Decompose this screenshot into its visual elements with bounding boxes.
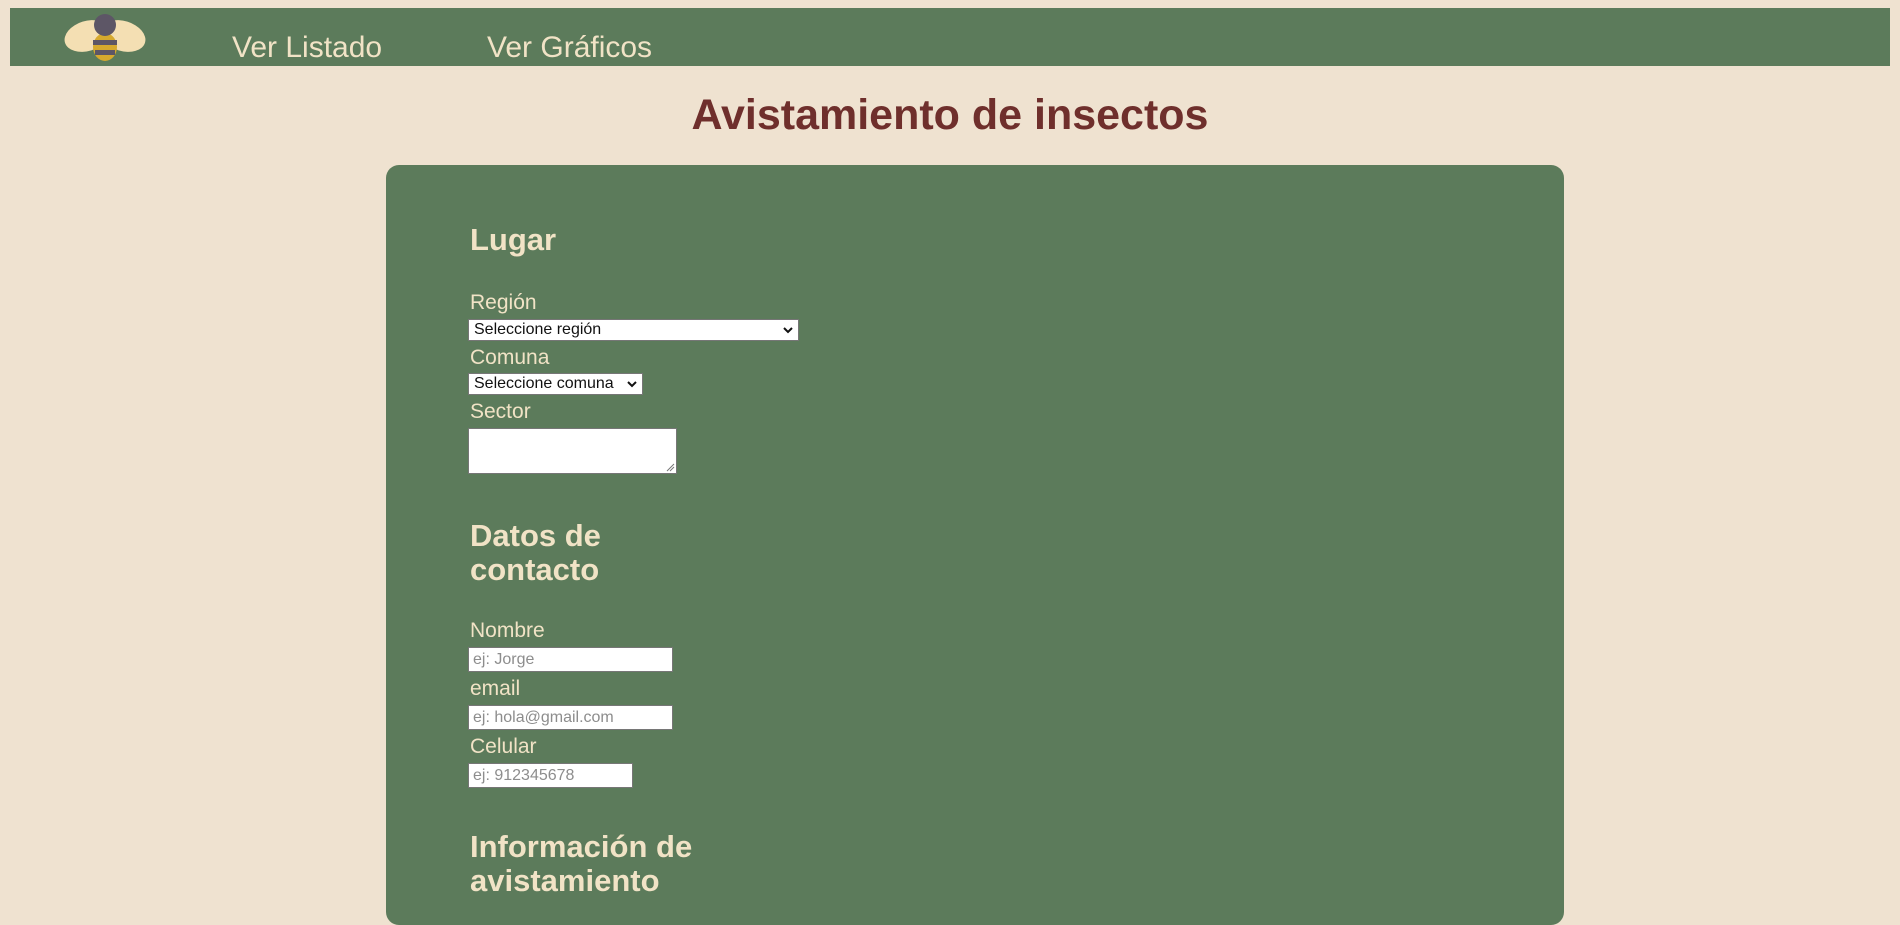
sector-label: Sector: [470, 400, 531, 423]
chevron-down-icon: [627, 381, 637, 388]
sighting-form-card: Lugar Región Seleccione región Comuna Se…: [386, 165, 1564, 925]
region-select[interactable]: Seleccione región: [468, 319, 799, 341]
nav-link-graficos[interactable]: Ver Gráficos: [487, 30, 652, 66]
region-label: Región: [470, 291, 537, 314]
commune-selected-value: Seleccione comuna: [474, 375, 614, 392]
bee-logo-icon[interactable]: [60, 11, 150, 63]
email-input[interactable]: ej: hola@gmail.com: [468, 705, 673, 730]
phone-input[interactable]: ej: 912345678: [468, 763, 633, 788]
section-title-sighting-line-2: avistamiento: [470, 863, 660, 898]
commune-label: Comuna: [470, 346, 550, 369]
chevron-down-icon: [783, 327, 793, 334]
phone-label: Celular: [470, 735, 537, 758]
region-selected-value: Seleccione región: [474, 321, 602, 338]
sector-textarea[interactable]: [468, 428, 677, 474]
page-title: Avistamiento de insectos: [691, 91, 1209, 139]
email-label: email: [470, 677, 521, 700]
top-navbar: Ver Listado Ver Gráficos: [10, 8, 1890, 66]
resize-handle-icon[interactable]: [666, 463, 675, 472]
commune-select[interactable]: Seleccione comuna: [468, 373, 643, 395]
section-title-contact-line-1: Datos de: [470, 518, 601, 553]
section-title-sighting-line-1: Información de: [470, 829, 693, 864]
name-input[interactable]: ej: Jorge: [468, 647, 673, 672]
nav-link-listado[interactable]: Ver Listado: [232, 30, 382, 66]
name-label: Nombre: [470, 619, 545, 642]
section-title-lugar: Lugar: [470, 222, 557, 257]
section-title-contact-line-2: contacto: [470, 552, 600, 587]
